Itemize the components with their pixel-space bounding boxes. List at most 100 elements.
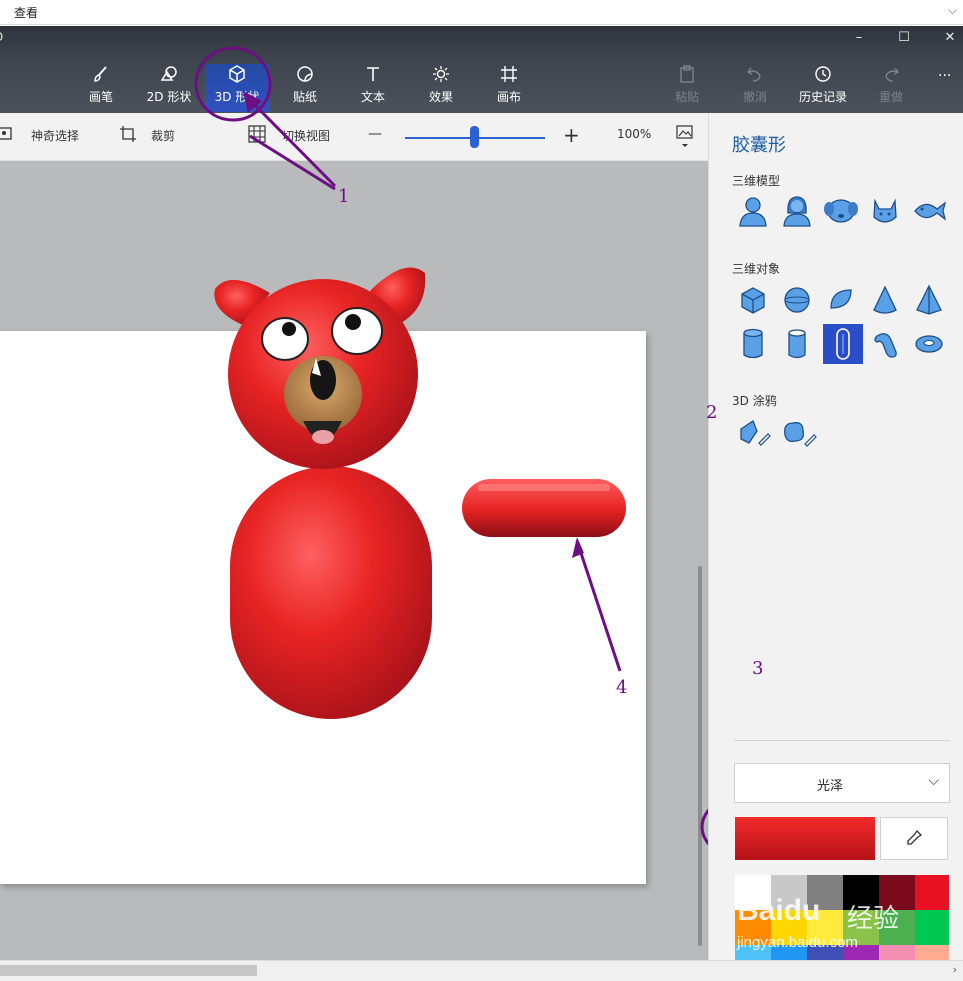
annotation-label-4: 4 — [616, 677, 628, 698]
zoom-out-button[interactable]: — — [368, 126, 382, 142]
undo-icon — [723, 64, 787, 88]
view-toolbar: 神奇选择 裁剪 切换视图 — + 100% — [0, 113, 708, 161]
sphere-icon[interactable] — [777, 280, 817, 320]
annotation-label-1: 1 — [338, 186, 350, 207]
tool-effects[interactable]: 效果 — [409, 64, 473, 112]
current-color-swatch[interactable] — [735, 817, 875, 860]
more-options-button[interactable]: ··· — [938, 68, 951, 84]
scene-drawing — [214, 134, 796, 719]
section-3d-objects: 三维对象 — [732, 262, 781, 276]
app-logo: D — [0, 30, 3, 44]
eyedropper-button[interactable] — [880, 817, 948, 860]
fish-model-icon[interactable] — [909, 191, 949, 231]
chevron-down-icon: ⌵ — [928, 773, 939, 789]
paste-label: 粘贴 — [674, 90, 699, 104]
history-icon — [791, 64, 855, 88]
donut-icon[interactable] — [909, 324, 949, 364]
redo-button[interactable]: 重做 — [859, 64, 923, 112]
zoom-in-button[interactable]: + — [563, 123, 580, 147]
annotation-label-2: 2 — [706, 402, 718, 423]
switch-view-button[interactable]: 切换视图 — [282, 127, 330, 144]
tool-text[interactable]: 文本 — [341, 64, 405, 112]
tool-2d-shapes[interactable]: 2D 形状 — [137, 64, 201, 112]
redo-icon — [859, 64, 923, 88]
brush-icon — [69, 64, 133, 88]
finish-dropdown[interactable]: 光泽 ⌵ — [734, 763, 950, 803]
effects-sun-icon — [409, 64, 473, 88]
shapes-2d-icon — [137, 64, 201, 88]
baidu-watermark: Baidu 经验 jingyan.baidu.com — [735, 876, 935, 960]
woman-model-icon[interactable] — [777, 191, 817, 231]
finish-value: 光泽 — [817, 779, 844, 794]
redo-label: 重做 — [878, 90, 903, 104]
annotation-label-3: 3 — [752, 658, 764, 679]
panel-title: 胶囊形 — [732, 135, 786, 156]
magic-select-icon — [0, 125, 14, 146]
cat-model-icon[interactable] — [865, 191, 905, 231]
crop-icon — [119, 125, 137, 146]
soft-doodle-icon[interactable] — [779, 413, 819, 453]
app-toolbar: D – ☐ ✕ 画笔 2D 形状 3D 形状 贴纸 文本 效果 — [0, 26, 963, 113]
text-icon — [341, 64, 405, 88]
history-label: 历史记录 — [798, 90, 847, 104]
tube-icon[interactable] — [777, 324, 817, 364]
bear-eye-right — [331, 307, 383, 355]
sharp-doodle-icon[interactable] — [735, 413, 775, 453]
horizontal-scrollbar[interactable]: › — [0, 960, 963, 981]
dog-model-icon[interactable] — [821, 191, 861, 231]
crop-button[interactable]: 裁剪 — [151, 127, 175, 144]
tool-2d-shapes-label: 2D 形状 — [146, 90, 192, 104]
canvas-icon — [477, 64, 541, 88]
zoom-value: 100% — [617, 127, 652, 141]
magic-select-button[interactable]: 神奇选择 — [31, 127, 79, 144]
cylinder-icon[interactable] — [733, 324, 773, 364]
pyramid-icon[interactable] — [909, 280, 949, 320]
view-menu-label[interactable]: 查看 — [14, 4, 38, 21]
undo-button[interactable]: 撤消 — [723, 64, 787, 112]
tool-effects-label: 效果 — [428, 90, 453, 104]
tool-stickers-label: 贴纸 — [292, 90, 317, 104]
cone-icon[interactable] — [865, 280, 905, 320]
watermark-brand: Baidu — [737, 894, 821, 927]
canvas-workspace[interactable]: 1 4 — [0, 134, 796, 960]
tool-3d-shapes-label: 3D 形状 — [214, 90, 260, 104]
tool-text-label: 文本 — [360, 90, 385, 104]
man-model-icon[interactable] — [733, 191, 773, 231]
horizontal-scroll-thumb[interactable] — [0, 965, 257, 976]
view-menu-bar: 查看 ⌵ — [0, 0, 963, 25]
tool-3d-shapes[interactable]: 3D 形状 — [205, 64, 269, 112]
bear-body[interactable] — [230, 466, 432, 719]
section-3d-doodle: 3D 涂鸦 — [732, 394, 777, 408]
annotation-arrow-4 — [572, 537, 622, 672]
shapes-panel: 胶囊形 三维模型 三维对象 3D 涂鸦 光泽 ⌵ — [708, 113, 963, 960]
capsule-shape[interactable] — [462, 479, 626, 537]
scroll-right-arrow-icon[interactable]: › — [953, 963, 957, 976]
cube-icon — [205, 64, 269, 88]
undo-label: 撤消 — [742, 90, 767, 104]
hemisphere-icon[interactable] — [821, 280, 861, 320]
watermark-url: jingyan.baidu.com — [737, 934, 858, 951]
panel-divider — [734, 740, 950, 741]
maximize-button[interactable]: ☐ — [892, 30, 916, 48]
paste-button[interactable]: 粘贴 — [655, 64, 719, 112]
image-options-icon[interactable] — [676, 124, 694, 153]
capsule-icon[interactable] — [823, 324, 863, 364]
torus-segment-icon[interactable] — [865, 324, 905, 364]
bear-head[interactable] — [228, 279, 418, 469]
paste-icon — [655, 64, 719, 88]
cube-icon[interactable] — [733, 280, 773, 320]
watermark-suffix: 经验 — [847, 904, 900, 934]
sticker-icon — [273, 64, 337, 88]
history-button[interactable]: 历史记录 — [791, 64, 855, 112]
close-button[interactable]: ✕ — [938, 30, 962, 48]
tool-canvas-label: 画布 — [496, 90, 521, 104]
minimize-button[interactable]: – — [847, 30, 871, 48]
tool-brushes[interactable]: 画笔 — [69, 64, 133, 112]
tool-canvas[interactable]: 画布 — [477, 64, 541, 112]
zoom-slider-thumb[interactable] — [470, 126, 479, 148]
chevron-down-icon[interactable]: ⌵ — [948, 3, 957, 18]
tool-stickers[interactable]: 贴纸 — [273, 64, 337, 112]
eyedropper-icon — [905, 829, 923, 851]
tool-brushes-label: 画笔 — [88, 90, 113, 104]
section-3d-models: 三维模型 — [732, 174, 781, 188]
